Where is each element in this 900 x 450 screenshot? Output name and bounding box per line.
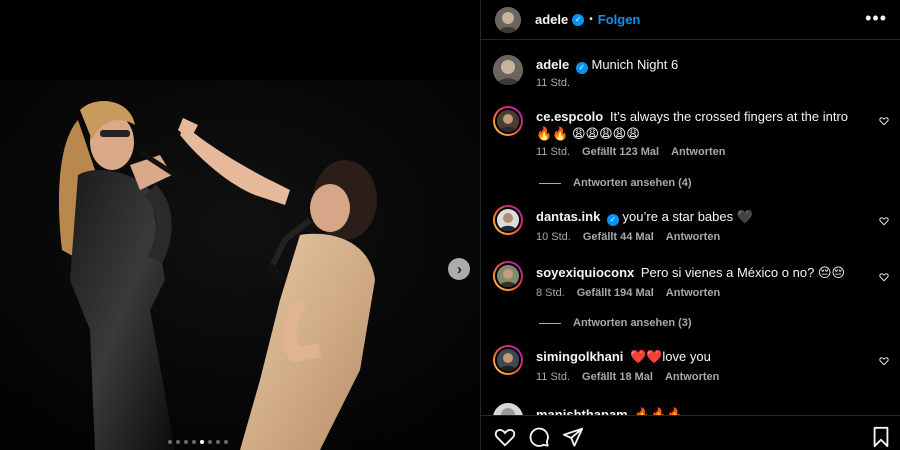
- comment-meta: 10 Std. Gefällt 44 Mal Antworten: [536, 231, 720, 243]
- comment-username[interactable]: simingolkhani: [536, 349, 623, 364]
- comment-text: Pero si vienes a México o no? 😔😔: [640, 265, 846, 280]
- post-header: adele ✓ • Folgen •••: [481, 0, 900, 40]
- comment-username[interactable]: manishthapam: [536, 407, 628, 415]
- comment-username[interactable]: ce.espcolo: [536, 109, 603, 124]
- comment-text: 🔥🔥🔥: [634, 407, 683, 415]
- comment-text: you’re a star babes 🖤: [622, 209, 753, 224]
- caption-avatar[interactable]: [493, 55, 523, 85]
- heart-icon[interactable]: [879, 116, 889, 126]
- next-image-button[interactable]: ›: [448, 258, 470, 280]
- post-actions-bar: [481, 415, 900, 450]
- comment-meta: 11 Std. Gefällt 18 Mal Antworten: [536, 371, 719, 383]
- view-replies-label[interactable]: Antworten ansehen (4): [573, 177, 692, 189]
- comment-time: 10 Std.: [536, 231, 571, 243]
- post-media: ›: [0, 0, 480, 450]
- comment-body: manishthapam 🔥🔥🔥: [536, 406, 861, 415]
- reply-button[interactable]: Antworten: [665, 371, 719, 383]
- reply-button[interactable]: Antworten: [671, 146, 725, 158]
- comment-meta: 8 Std. Gefällt 194 Mal Antworten: [536, 287, 720, 299]
- view-replies-button[interactable]: Antworten ansehen (3): [539, 317, 692, 329]
- caption-body: adele ✓ Munich Night 6: [536, 56, 861, 74]
- carousel-dot: [224, 440, 228, 444]
- comment-time: 8 Std.: [536, 287, 565, 299]
- caption-text: Munich Night 6: [591, 57, 679, 72]
- verified-badge-icon: ✓: [606, 214, 619, 226]
- comments-list[interactable]: adele ✓ Munich Night 6 11 Std. ce.espcol…: [481, 41, 900, 415]
- more-icon[interactable]: •••: [865, 8, 887, 29]
- separator-dot: •: [589, 14, 593, 25]
- carousel-dot: [184, 440, 188, 444]
- verified-badge-icon: ✓: [572, 13, 585, 26]
- comment-likes[interactable]: Gefällt 44 Mal: [583, 231, 654, 243]
- carousel-dot: [176, 440, 180, 444]
- comment-likes[interactable]: Gefällt 18 Mal: [582, 371, 653, 383]
- chevron-right-icon: ›: [457, 260, 462, 278]
- comment-avatar[interactable]: [493, 403, 523, 415]
- post-side-panel: adele ✓ • Folgen ••• adele ✓ Munich Nigh…: [480, 0, 900, 450]
- heart-icon[interactable]: [879, 216, 889, 226]
- stage-photo: [0, 80, 480, 450]
- heart-icon[interactable]: [879, 272, 889, 282]
- author-username[interactable]: adele: [535, 12, 568, 27]
- replies-line: [539, 322, 561, 324]
- follow-button[interactable]: Folgen: [598, 12, 641, 27]
- comment-text: ❤️❤️love you: [630, 349, 711, 364]
- heart-icon[interactable]: [494, 426, 516, 448]
- comment-avatar[interactable]: [493, 345, 523, 375]
- carousel-dots: [168, 440, 228, 444]
- caption-time: 11 Std.: [536, 77, 571, 89]
- carousel-dot-active: [200, 440, 204, 444]
- author-avatar[interactable]: [495, 6, 521, 33]
- carousel-dot: [168, 440, 172, 444]
- post-photo[interactable]: [0, 80, 480, 450]
- comment-meta: 11 Std. Gefällt 123 Mal Antworten: [536, 146, 725, 158]
- comment-avatar[interactable]: [493, 261, 523, 291]
- comment-body: soyexiquioconx Pero si vienes a México o…: [536, 264, 861, 281]
- comment-avatar[interactable]: [493, 205, 523, 235]
- carousel-dot: [208, 440, 212, 444]
- verified-badge-icon: ✓: [575, 62, 588, 74]
- carousel-dot: [192, 440, 196, 444]
- view-replies-button[interactable]: Antworten ansehen (4): [539, 177, 692, 189]
- bookmark-icon[interactable]: [870, 426, 892, 448]
- reply-button[interactable]: Antworten: [666, 287, 720, 299]
- comment-likes[interactable]: Gefällt 194 Mal: [577, 287, 654, 299]
- caption-username[interactable]: adele: [536, 57, 569, 72]
- comment-likes[interactable]: Gefällt 123 Mal: [582, 146, 659, 158]
- comment-time: 11 Std.: [536, 146, 571, 158]
- comment-body: simingolkhani ❤️❤️love you: [536, 348, 861, 365]
- comment-avatar[interactable]: [493, 106, 523, 136]
- comment-username[interactable]: soyexiquioconx: [536, 265, 634, 280]
- share-icon[interactable]: [562, 426, 584, 448]
- replies-line: [539, 182, 561, 184]
- caption-meta: 11 Std.: [536, 77, 570, 89]
- comment-body: ce.espcolo It’s always the crossed finge…: [536, 108, 861, 142]
- view-replies-label[interactable]: Antworten ansehen (3): [573, 317, 692, 329]
- comment-username[interactable]: dantas.ink: [536, 209, 600, 224]
- comment-icon[interactable]: [528, 426, 550, 448]
- heart-icon[interactable]: [879, 356, 889, 366]
- comment-body: dantas.ink ✓ you’re a star babes 🖤: [536, 208, 861, 226]
- comment-time: 11 Std.: [536, 371, 571, 383]
- carousel-dot: [216, 440, 220, 444]
- reply-button[interactable]: Antworten: [666, 231, 720, 243]
